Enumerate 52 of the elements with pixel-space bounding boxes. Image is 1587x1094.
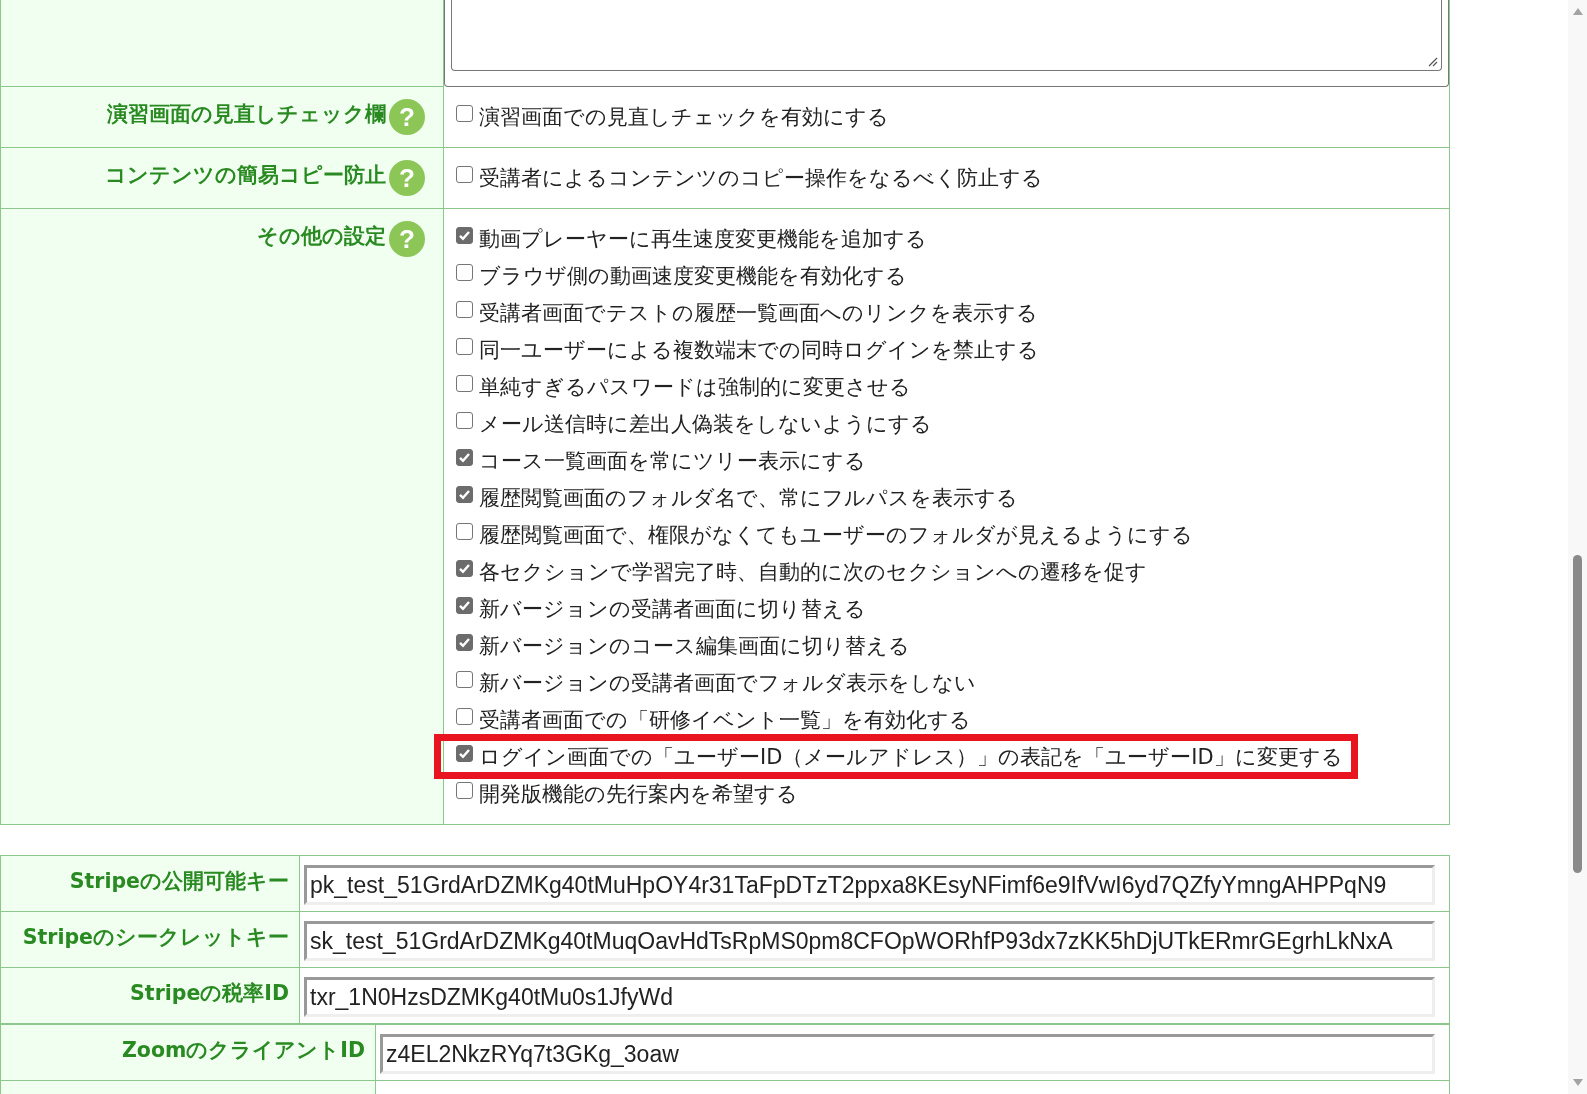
input-field[interactable]: pk_test_51GrdArDZMKg40tMuHpOY4r31TaFpDTzT2ppxa8KEsyNFimf6e9IfVwI6yd7QZfyYmngAHPPqN9 bbox=[304, 865, 1435, 905]
checkbox-label[interactable]: 各セクションで学習完了時、自動的に次のセクションへの遷移を促す bbox=[479, 557, 1147, 586]
scroll-down-icon[interactable] bbox=[1572, 1079, 1583, 1086]
checkbox-label[interactable]: メール送信時に差出人偽装をしないようにする bbox=[479, 409, 932, 438]
checkbox[interactable] bbox=[456, 264, 473, 281]
checkbox[interactable] bbox=[456, 782, 473, 799]
checkbox-label[interactable]: 新バージョンのコース編集画面に切り替える bbox=[479, 631, 910, 660]
checkbox[interactable] bbox=[456, 227, 473, 244]
checkbox[interactable] bbox=[456, 338, 473, 355]
checkbox-label[interactable]: 受講者によるコンテンツのコピー操作をなるべく防止する bbox=[479, 163, 1043, 192]
checkbox-label[interactable]: ログイン画面での「ユーザーID（メールアドレス）」の表記を「ユーザーID」に変更する bbox=[479, 742, 1343, 771]
checkbox[interactable] bbox=[456, 560, 473, 577]
checkbox-label[interactable]: 履歴閲覧画面で、権限がなくてもユーザーのフォルダが見えるようにする bbox=[479, 520, 1193, 549]
scrollbar-thumb[interactable] bbox=[1573, 555, 1582, 873]
input-field[interactable]: txr_1N0HzsDZMKg40tMu0s1JfyWd bbox=[304, 977, 1435, 1017]
input-field[interactable]: z4EL2NkzRYq7t3GKg_3oaw bbox=[380, 1034, 1435, 1074]
setting-label: その他の設定 bbox=[257, 223, 386, 250]
checkbox-label[interactable]: 受講者画面での「研修イベント一覧」を有効化する bbox=[479, 705, 971, 734]
checkbox[interactable] bbox=[456, 523, 473, 540]
setting-label: 演習画面の見直しチェック欄 bbox=[107, 101, 386, 128]
field-label: Stripeの税率ID bbox=[130, 980, 289, 1007]
scroll-up-icon[interactable] bbox=[1572, 8, 1583, 15]
checkbox[interactable] bbox=[456, 486, 473, 503]
checkbox-label[interactable]: 単純すぎるパスワードは強制的に変更させる bbox=[479, 372, 911, 401]
checkbox[interactable] bbox=[456, 412, 473, 429]
checkbox-label[interactable]: ブラウザ側の動画速度変更機能を有効化する bbox=[479, 261, 907, 290]
input-field[interactable]: sk_test_51GrdArDZMKg40tMuqOavHdTsRpMS0pm8CFOpWORhfP93dx7zKK5hDjUTkERmrGEgrhLkNxA bbox=[304, 921, 1435, 961]
checkbox[interactable] bbox=[456, 105, 473, 122]
resize-grip-icon[interactable] bbox=[1426, 55, 1438, 67]
field-label: ZoomのクライアントID bbox=[121, 1037, 365, 1064]
checkbox[interactable] bbox=[456, 597, 473, 614]
checkbox[interactable] bbox=[456, 745, 473, 762]
checkbox-label[interactable]: 同一ユーザーによる複数端末での同時ログインを禁止する bbox=[479, 335, 1039, 364]
scrollbar[interactable] bbox=[1568, 0, 1587, 1094]
checkbox-label[interactable]: 演習画面での見直しチェックを有効にする bbox=[479, 102, 889, 131]
checkbox[interactable] bbox=[456, 301, 473, 318]
field-label: Stripeのシークレットキー bbox=[22, 924, 289, 951]
checkbox-label[interactable]: 動画プレーヤーに再生速度変更機能を追加する bbox=[479, 224, 927, 253]
checkbox-label[interactable]: 開発版機能の先行案内を希望する bbox=[479, 779, 798, 808]
checkbox[interactable] bbox=[456, 166, 473, 183]
checkbox-label[interactable]: 受講者画面でテストの履歴一覧画面へのリンクを表示する bbox=[479, 298, 1038, 327]
checkbox-label[interactable]: 新バージョンの受講者画面でフォルダ表示をしない bbox=[479, 668, 976, 697]
checkbox[interactable] bbox=[456, 375, 473, 392]
checkbox[interactable] bbox=[456, 449, 473, 466]
checkbox-label[interactable]: 履歴閲覧画面のフォルダ名で、常にフルパスを表示する bbox=[479, 483, 1018, 512]
field-label: Stripeの公開可能キー bbox=[69, 868, 289, 895]
setting-label: コンテンツの簡易コピー防止 bbox=[105, 162, 386, 189]
checkbox[interactable] bbox=[456, 671, 473, 688]
checkbox[interactable] bbox=[456, 708, 473, 725]
checkbox-label[interactable]: コース一覧画面を常にツリー表示にする bbox=[479, 446, 866, 475]
checkbox-label[interactable]: 新バージョンの受講者画面に切り替える bbox=[479, 594, 866, 623]
checkbox[interactable] bbox=[456, 634, 473, 651]
